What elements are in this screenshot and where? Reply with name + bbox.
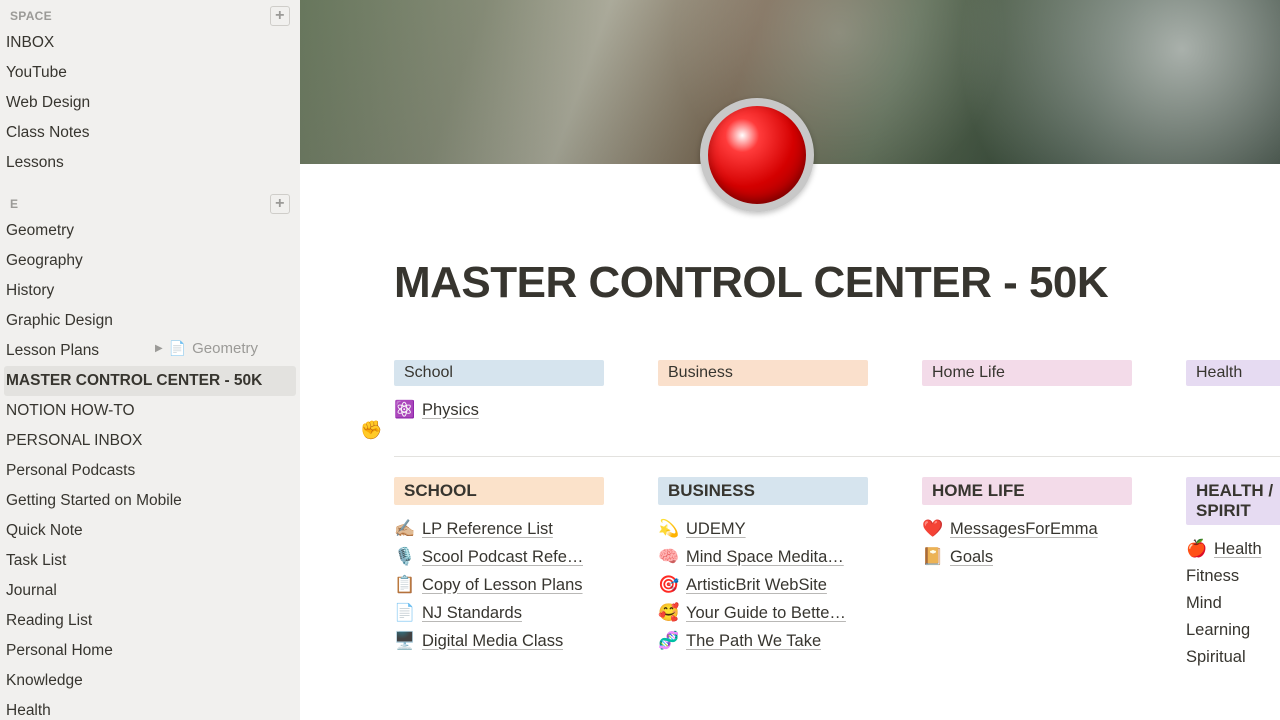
- sidebar-item[interactable]: Web Design: [4, 88, 296, 118]
- divider: [394, 456, 1280, 457]
- page-link-icon: 🎯: [658, 575, 678, 595]
- page-link-label: Copy of Lesson Plans: [422, 576, 583, 595]
- sidebar-item[interactable]: NOTION HOW-TO: [4, 396, 296, 426]
- page-link-icon: 🥰: [658, 603, 678, 623]
- page-link-icon: 💫: [658, 519, 678, 539]
- column-header[interactable]: HOME LIFE: [922, 477, 1132, 505]
- sidebar-item[interactable]: Lesson Plans: [4, 336, 296, 366]
- page-link-label: UDEMY: [686, 520, 746, 539]
- sidebar-item[interactable]: Geometry: [4, 216, 296, 246]
- page-link-icon: ❤️: [922, 519, 942, 539]
- page-link[interactable]: 🖥️ Digital Media Class: [394, 627, 604, 655]
- column: Business: [658, 360, 868, 424]
- sidebar-item[interactable]: PERSONAL INBOX: [4, 426, 296, 456]
- page-link-label: NJ Standards: [422, 604, 522, 623]
- page-link-icon: 🖥️: [394, 631, 414, 651]
- page-link[interactable]: 🎙️ Scool Podcast Refe…: [394, 543, 604, 571]
- sidebar: SPACE + INBOXYouTubeWeb DesignClass Note…: [0, 0, 300, 720]
- column-header[interactable]: Health: [1186, 360, 1280, 386]
- page-link[interactable]: 🎯 ArtisticBrit WebSite: [658, 571, 868, 599]
- sidebar-item[interactable]: Personal Podcasts: [4, 456, 296, 486]
- sidebar-item[interactable]: Reading List: [4, 606, 296, 636]
- page-link[interactable]: 🧬 The Path We Take: [658, 627, 868, 655]
- page-link-label: Your Guide to Bette…: [686, 604, 846, 623]
- column: SCHOOL ✍🏼 LP Reference List 🎙️ Scool Podcast…: [394, 477, 604, 671]
- page-link[interactable]: Fitness: [1186, 563, 1280, 590]
- column: HEALTH / SPIRIT 🍎 Health Fitness Mind Learnin…: [1186, 477, 1280, 671]
- page-emoji-icon[interactable]: [700, 98, 814, 212]
- sidebar-item[interactable]: Health: [4, 696, 296, 720]
- page-link-label: Goals: [950, 548, 993, 567]
- sidebar-item[interactable]: Journal: [4, 576, 296, 606]
- page-link-icon: 📔: [922, 547, 942, 567]
- page-link-label: Digital Media Class: [422, 632, 563, 651]
- sidebar-item[interactable]: Getting Started on Mobile: [4, 486, 296, 516]
- column: HOME LIFE ❤️ MessagesForEmma 📔 Goals: [922, 477, 1132, 671]
- page-link-label: Fitness: [1186, 567, 1239, 586]
- sidebar-section-label: E: [10, 197, 18, 211]
- sidebar-item[interactable]: INBOX: [4, 28, 296, 58]
- page-link-icon: 📄: [394, 603, 414, 623]
- page-link-icon: 🧬: [658, 631, 678, 651]
- page-link[interactable]: ⚛️ Physics: [394, 396, 604, 424]
- page-link[interactable]: 📔 Goals: [922, 543, 1132, 571]
- page-link-label: Physics: [422, 401, 479, 420]
- column-header[interactable]: HEALTH / SPIRIT: [1186, 477, 1280, 525]
- sidebar-item[interactable]: Lessons: [4, 148, 296, 178]
- page-link-label: ArtisticBrit WebSite: [686, 576, 827, 595]
- page-link-label: Spiritual: [1186, 648, 1246, 667]
- page-link[interactable]: 📋 Copy of Lesson Plans: [394, 571, 604, 599]
- page-link-label: MessagesForEmma: [950, 520, 1098, 539]
- page-title[interactable]: MASTER CONTROL CENTER - 50K: [394, 258, 1280, 308]
- sidebar-item[interactable]: Geography: [4, 246, 296, 276]
- sidebar-section-label: SPACE: [10, 9, 52, 23]
- page-link-label: Mind: [1186, 594, 1222, 613]
- sidebar-item[interactable]: Personal Home: [4, 636, 296, 666]
- page-link[interactable]: 🥰 Your Guide to Bette…: [658, 599, 868, 627]
- column-header[interactable]: Business: [658, 360, 868, 386]
- sidebar-item[interactable]: History: [4, 276, 296, 306]
- sidebar-item[interactable]: Class Notes: [4, 118, 296, 148]
- page-link-label: Scool Podcast Refe…: [422, 548, 583, 567]
- sidebar-item[interactable]: Graphic Design: [4, 306, 296, 336]
- page-link-label: LP Reference List: [422, 520, 553, 539]
- column: Health: [1186, 360, 1280, 424]
- page-link[interactable]: Spiritual: [1186, 644, 1280, 671]
- sidebar-item[interactable]: MASTER CONTROL CENTER - 50K: [4, 366, 296, 396]
- sidebar-section-private: E +: [4, 192, 296, 216]
- page-link-icon: 🧠: [658, 547, 678, 567]
- page-link[interactable]: 🍎 Health: [1186, 535, 1280, 563]
- add-page-icon[interactable]: +: [270, 6, 290, 26]
- column-header[interactable]: SCHOOL: [394, 477, 604, 505]
- column-header[interactable]: School: [394, 360, 604, 386]
- sidebar-section-space: SPACE +: [4, 4, 296, 28]
- add-page-icon[interactable]: +: [270, 194, 290, 214]
- main-content: MASTER CONTROL CENTER - 50K School ⚛️ Phys…: [300, 0, 1280, 720]
- page-link[interactable]: 🧠 Mind Space Medita…: [658, 543, 868, 571]
- column: School ⚛️ Physics: [394, 360, 604, 424]
- column: BUSINESS 💫 UDEMY 🧠 Mind Space Medita… 🎯 Artist…: [658, 477, 868, 671]
- page-link[interactable]: 💫 UDEMY: [658, 515, 868, 543]
- page-link-label: The Path We Take: [686, 632, 821, 651]
- page-link[interactable]: ✍🏼 LP Reference List: [394, 515, 604, 543]
- page-link-icon: ⚛️: [394, 400, 414, 420]
- column: Home Life: [922, 360, 1132, 424]
- page-link[interactable]: 📄 NJ Standards: [394, 599, 604, 627]
- page-link[interactable]: Mind: [1186, 590, 1280, 617]
- page-link-label: Health: [1214, 540, 1262, 559]
- column-header[interactable]: Home Life: [922, 360, 1132, 386]
- page-link-icon: 🎙️: [394, 547, 414, 567]
- page-link[interactable]: ❤️ MessagesForEmma: [922, 515, 1132, 543]
- sidebar-item[interactable]: Quick Note: [4, 516, 296, 546]
- page-link-label: Mind Space Medita…: [686, 548, 844, 567]
- page-link-icon: 📋: [394, 575, 414, 595]
- page-link-label: Learning: [1186, 621, 1250, 640]
- sidebar-item[interactable]: Task List: [4, 546, 296, 576]
- sidebar-item[interactable]: YouTube: [4, 58, 296, 88]
- column-header[interactable]: BUSINESS: [658, 477, 868, 505]
- page-link[interactable]: Learning: [1186, 617, 1280, 644]
- page-link-icon: ✍🏼: [394, 519, 414, 539]
- page-link-icon: 🍎: [1186, 539, 1206, 559]
- sidebar-item[interactable]: Knowledge: [4, 666, 296, 696]
